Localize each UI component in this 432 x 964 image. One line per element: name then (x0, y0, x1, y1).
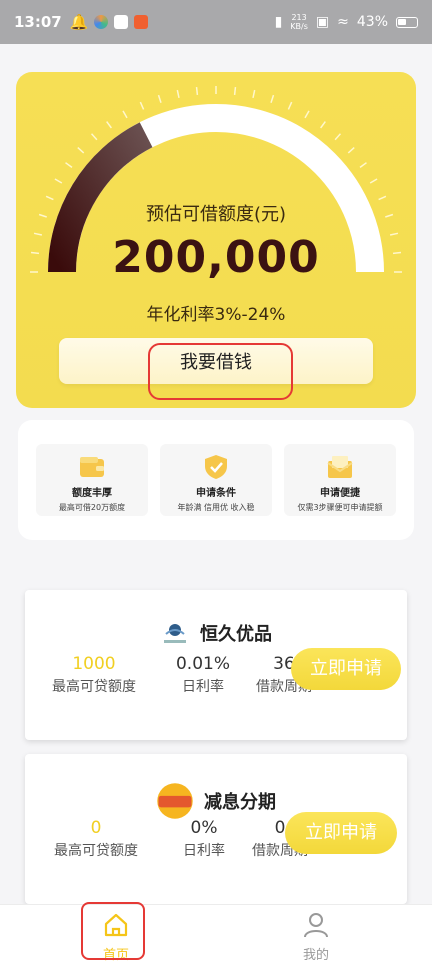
gauge-tick (334, 133, 342, 141)
apply-button[interactable]: 立即申请 (285, 812, 397, 854)
feature-subtitle: 最高可借20万额度 (58, 503, 126, 512)
feature-item: 申请条件 年龄满 信用优 收入稳 (160, 444, 272, 516)
feature-subtitle: 年龄满 信用优 收入稳 (177, 503, 255, 512)
vibrate-icon: ▮ (274, 14, 283, 30)
feature-item: 额度丰厚 最高可借20万额度 (36, 444, 148, 516)
gauge-tick (122, 110, 128, 119)
gauge-tick (139, 101, 145, 110)
gauge-tick (359, 162, 367, 168)
gauge-tick (233, 86, 237, 96)
product-name: 恒久优品 (200, 624, 272, 645)
feature-item: 申请便捷 仅需3步骤便可申请提额 (284, 444, 396, 516)
battery-icon (396, 16, 418, 28)
user-icon (304, 913, 328, 938)
gauge-tick (320, 121, 326, 129)
gauge-tick (77, 146, 85, 154)
max-amount-value: 0 (90, 818, 102, 838)
gauge-tick (287, 101, 293, 110)
gauge-tick (90, 133, 98, 141)
gauge-tick (347, 146, 355, 154)
hengjiu-logo (164, 624, 186, 643)
feature-title: 申请条件 (196, 488, 236, 499)
bell-icon: 🔔 (69, 13, 89, 31)
tab-bar: 首页 我的 (0, 904, 432, 964)
max-amount-label: 最高可贷额度 (52, 679, 136, 695)
network-speed: 213 KB/s (290, 13, 308, 31)
gauge-tick (54, 178, 63, 184)
credit-limit-label: 预估可借额度(元) (145, 204, 287, 225)
status-bar: 13:07 🔔 ▮ 213 KB/s ▣ ≈ 43% (0, 0, 432, 44)
credit-limit-amount: 200,000 (112, 232, 320, 283)
gauge-tick (304, 110, 310, 119)
gauge-tick (195, 86, 199, 96)
daily-rate-value: 0% (190, 818, 218, 838)
apply-button[interactable]: 立即申请 (291, 648, 401, 690)
feature-title: 申请便捷 (320, 488, 360, 499)
status-time: 13:07 (14, 13, 62, 31)
shield-check-icon (205, 455, 227, 479)
app-notification-icon (94, 15, 109, 29)
envelope-icon (327, 456, 353, 478)
feature-title: 额度丰厚 (72, 488, 112, 499)
gauge-tick (157, 94, 162, 103)
annotation-highlight (81, 902, 145, 960)
daily-rate-value: 0.01% (175, 654, 230, 674)
annual-rate: 年化利率3%-24% (146, 305, 286, 325)
gauge-tick (369, 178, 378, 184)
app-notification-icon (114, 15, 129, 29)
gauge-tick (106, 121, 112, 129)
gauge-tick (270, 94, 275, 103)
daily-rate-label: 日利率 (182, 679, 224, 695)
tab-mine[interactable]: 我的 (286, 911, 346, 963)
gauge-tick (252, 89, 256, 99)
tab-mine-label: 我的 (302, 948, 329, 963)
product-name: 减息分期 (204, 792, 276, 813)
annotation-highlight (148, 343, 293, 400)
sim-icon: ▣ (315, 14, 330, 30)
features-card: 额度丰厚 最高可借20万额度 申请条件 年龄满 信用优 收入稳 申请便捷 仅需3… (18, 420, 414, 540)
app-notification-icon (134, 15, 149, 29)
battery-percent: 43% (356, 14, 388, 30)
product-card[interactable]: 减息分期 0 最高可贷额度 0% 日利率 0 借款周期 立即申请 (25, 754, 407, 904)
meiqian-logo (157, 783, 193, 819)
max-amount-label: 最高可贷额度 (54, 843, 138, 859)
product-card[interactable]: 恒久优品 1000 最高可贷额度 0.01% 日利率 36 借款周期 立即申请 (25, 590, 407, 740)
gauge-tick (176, 89, 180, 99)
wifi-icon: ≈ (337, 14, 349, 30)
max-amount-value: 1000 (72, 654, 116, 674)
notification-icons: 🔔 (70, 13, 149, 31)
gauge-tick (65, 162, 73, 168)
feature-subtitle: 仅需3步骤便可申请提额 (297, 503, 383, 512)
wallet-icon (80, 457, 104, 477)
daily-rate-label: 日利率 (183, 843, 225, 859)
